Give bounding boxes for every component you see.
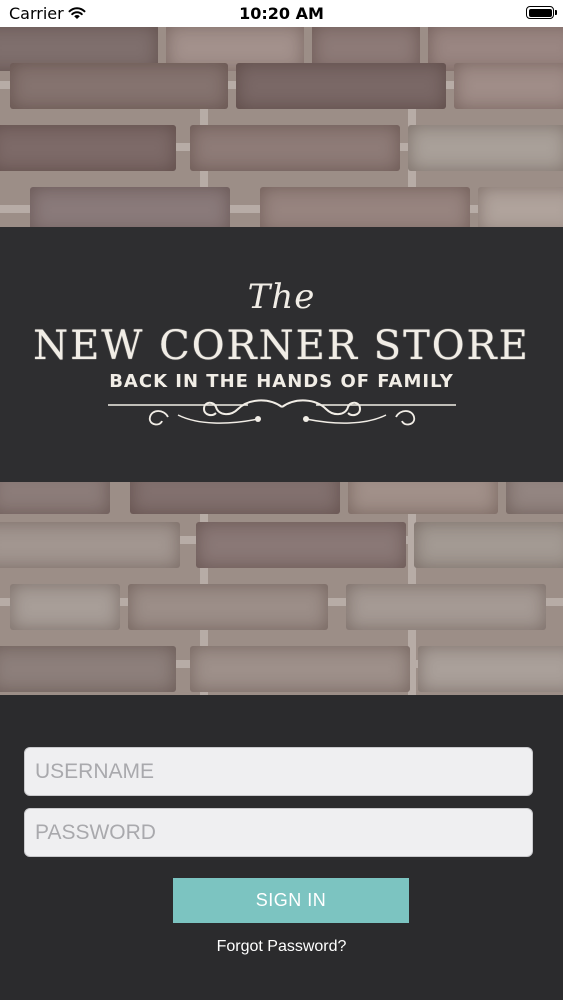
forgot-password-link[interactable]: Forgot Password?	[0, 938, 563, 956]
logo-the-text: The	[247, 277, 316, 317]
brick-background-top	[0, 27, 563, 227]
logo-banner: The NEW CORNER STORE BACK IN THE HANDS O…	[0, 227, 563, 482]
login-form: SIGN IN Forgot Password?	[0, 695, 563, 1000]
brick-background-bottom	[0, 482, 563, 695]
password-input[interactable]	[24, 808, 533, 857]
clock: 10:20 AM	[239, 4, 324, 23]
flourish-ornament-icon	[108, 399, 456, 426]
battery-icon	[526, 6, 557, 19]
username-input[interactable]	[24, 747, 533, 796]
logo-tagline: BACK IN THE HANDS OF FAMILY	[109, 371, 454, 392]
status-bar: Carrier 10:20 AM	[0, 0, 563, 27]
logo-store-name: NEW CORNER STORE	[33, 323, 530, 369]
sign-in-button[interactable]: SIGN IN	[173, 878, 409, 923]
